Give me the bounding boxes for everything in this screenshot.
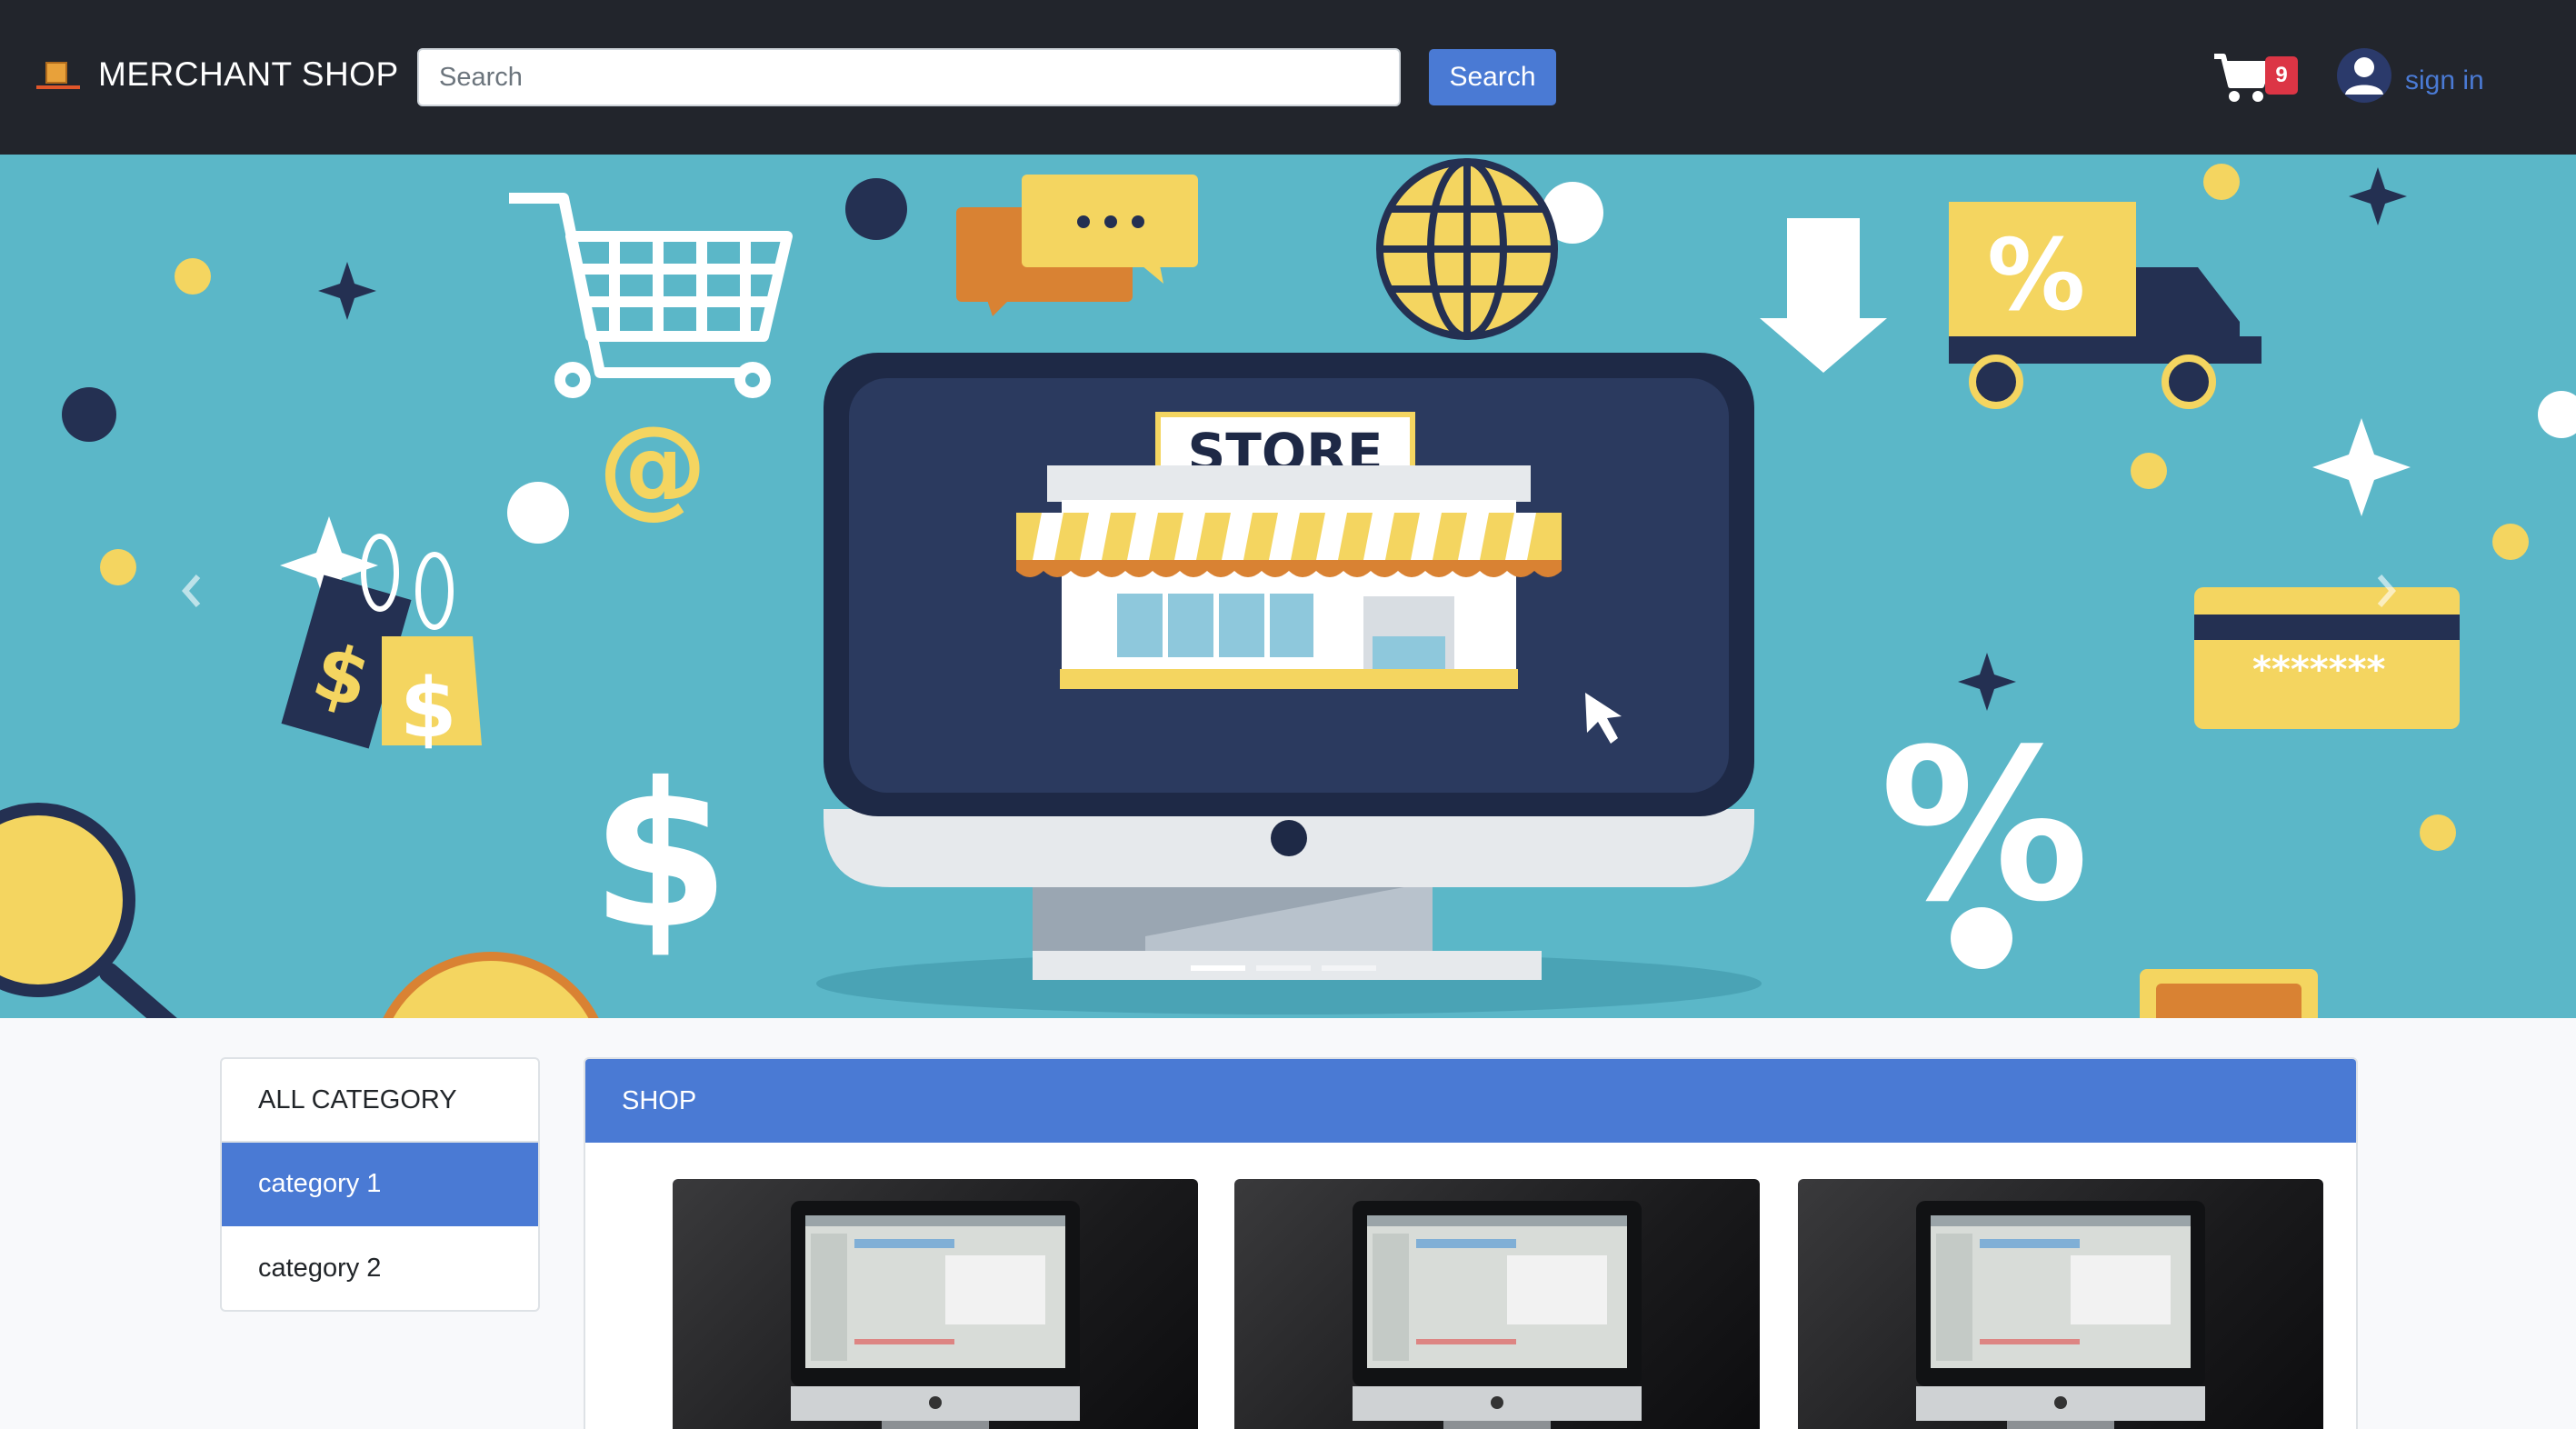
carousel-indicator-3[interactable] [1322, 965, 1376, 971]
carousel-next-button[interactable] [2360, 555, 2414, 627]
hero-banner-illustration: @ $ $ $ % ******* % STORE [0, 158, 2576, 1018]
svg-text:@: @ [598, 404, 707, 530]
carousel-indicator-1[interactable] [1191, 965, 1245, 971]
sign-in-link[interactable]: sign in [2405, 65, 2484, 96]
brand-link[interactable]: MERCHANT SHOP [35, 47, 399, 102]
svg-text:%: % [1987, 219, 2085, 333]
svg-text:%: % [1880, 705, 2089, 948]
sidebar-item-category-1[interactable]: category 1 [222, 1143, 538, 1226]
user-icon [2337, 48, 2391, 103]
carousel-prev-button[interactable] [164, 555, 218, 627]
brand-logo-icon [35, 56, 82, 93]
product-image [1916, 1201, 2205, 1429]
hero-carousel: @ $ $ $ % ******* % STORE [0, 155, 2576, 1018]
product-card[interactable] [673, 1179, 1198, 1429]
search-button[interactable]: Search [1429, 49, 1556, 105]
search-input[interactable] [417, 48, 1401, 106]
shop-title: SHOP [585, 1059, 2356, 1143]
chevron-right-icon [2377, 575, 2396, 607]
carousel-indicator-2[interactable] [1256, 965, 1311, 971]
svg-text:$: $ [591, 740, 730, 973]
carousel-indicators [1191, 965, 1376, 971]
chevron-left-icon [182, 575, 201, 607]
user-avatar[interactable] [2336, 47, 2396, 107]
cart-icon [2214, 54, 2271, 102]
product-image [1353, 1201, 1642, 1429]
navbar: MERCHANT SHOP Search 9 sign in [0, 0, 2576, 155]
cart-count-badge: 9 [2265, 56, 2298, 95]
cart-button[interactable]: 9 [2212, 45, 2300, 109]
product-card[interactable] [1234, 1179, 1760, 1429]
category-sidebar: ALL CATEGORY category 1 category 2 [220, 1057, 540, 1312]
svg-text:$: $ [400, 661, 457, 756]
card-number-text: ******* [2252, 649, 2386, 691]
sidebar-item-category-2[interactable]: category 2 [222, 1226, 538, 1310]
sidebar-item-all-category[interactable]: ALL CATEGORY [222, 1059, 538, 1143]
brand-name: MERCHANT SHOP [98, 55, 399, 93]
product-card[interactable] [1798, 1179, 2323, 1429]
product-image [791, 1201, 1080, 1429]
shop-panel: SHOP [584, 1057, 2358, 1429]
